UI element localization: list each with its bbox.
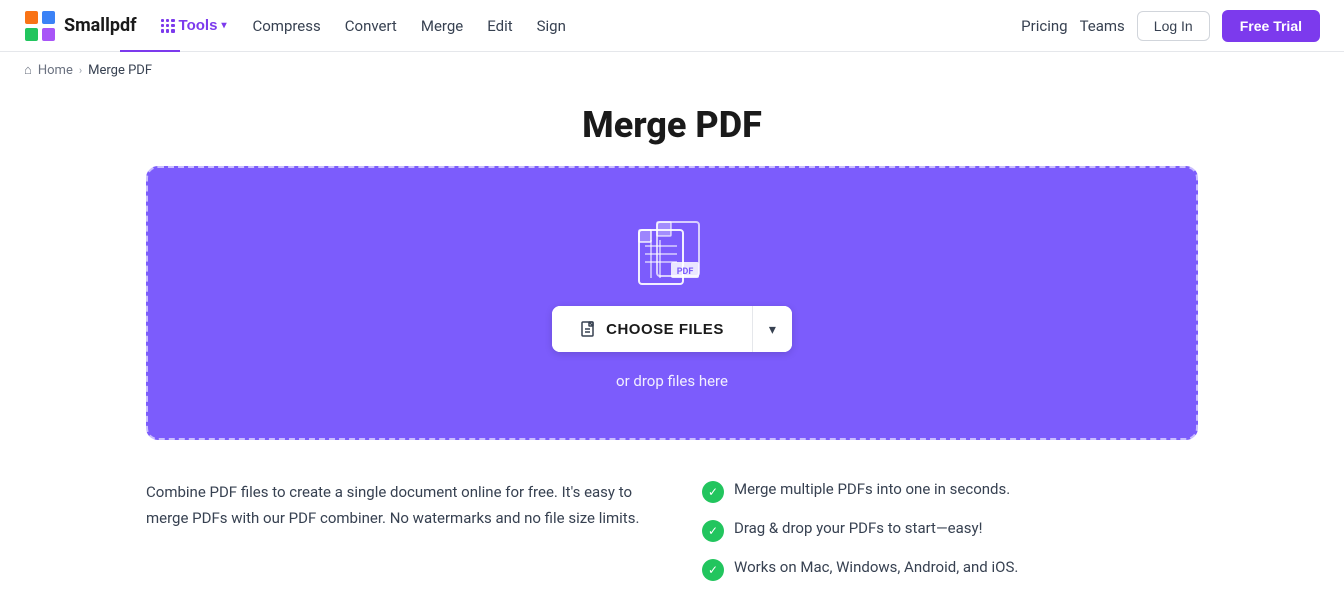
- breadcrumb-separator: ›: [79, 64, 82, 77]
- check-icon-2: ✓: [702, 520, 724, 542]
- logo-icon: [24, 10, 56, 42]
- nav-convert[interactable]: Convert: [335, 13, 407, 39]
- grid-icon: [161, 19, 175, 33]
- file-upload-icon: [580, 320, 598, 338]
- check-icon-3: ✓: [702, 559, 724, 581]
- teams-link[interactable]: Teams: [1080, 17, 1125, 35]
- choose-files-dropdown-button[interactable]: ▾: [753, 306, 792, 352]
- drop-text: or drop files here: [616, 372, 728, 390]
- features-list: ✓ Merge multiple PDFs into one in second…: [702, 480, 1198, 581]
- header-right: Pricing Teams Log In Free Trial: [1021, 10, 1320, 42]
- page-title: Merge PDF: [146, 104, 1198, 146]
- feature-item-3: ✓ Works on Mac, Windows, Android, and iO…: [702, 558, 1198, 581]
- header: Smallpdf Tools ▾ Compress Convert Merge …: [0, 0, 1344, 52]
- features-section: Combine PDF files to create a single doc…: [146, 472, 1198, 605]
- feature-text-2: Drag & drop your PDFs to start—easy!: [734, 519, 983, 537]
- nav-edit[interactable]: Edit: [477, 13, 522, 39]
- nav-links: Compress Convert Merge Edit Sign: [242, 13, 575, 39]
- home-icon: ⌂: [24, 62, 32, 78]
- main-content: Merge PDF PDF: [122, 104, 1222, 605]
- choose-files-button[interactable]: CHOOSE FILES: [552, 306, 752, 352]
- feature-text-1: Merge multiple PDFs into one in seconds.: [734, 480, 1010, 498]
- logo-link[interactable]: Smallpdf: [24, 10, 137, 42]
- pricing-link[interactable]: Pricing: [1021, 17, 1067, 35]
- tools-menu-button[interactable]: Tools ▾: [153, 13, 235, 38]
- free-trial-button[interactable]: Free Trial: [1222, 10, 1320, 42]
- svg-text:PDF: PDF: [677, 267, 694, 277]
- nav-sign[interactable]: Sign: [527, 13, 576, 39]
- choose-files-container: CHOOSE FILES ▾: [552, 306, 792, 352]
- nav-merge[interactable]: Merge: [411, 13, 473, 39]
- tools-label: Tools: [179, 17, 218, 34]
- breadcrumb: ⌂ Home › Merge PDF: [0, 52, 1344, 88]
- pdf-icon-illustration: PDF: [627, 216, 717, 286]
- logo-text: Smallpdf: [64, 15, 137, 36]
- feature-text-3: Works on Mac, Windows, Android, and iOS.: [734, 558, 1018, 576]
- dropzone[interactable]: PDF CHOOSE FILES ▾ or drop files here: [146, 166, 1198, 440]
- description-text: Combine PDF files to create a single doc…: [146, 480, 642, 531]
- breadcrumb-current: Merge PDF: [88, 63, 152, 78]
- choose-files-label: CHOOSE FILES: [606, 321, 724, 338]
- feature-item-2: ✓ Drag & drop your PDFs to start—easy!: [702, 519, 1198, 542]
- nav-compress[interactable]: Compress: [242, 13, 330, 39]
- feature-item-1: ✓ Merge multiple PDFs into one in second…: [702, 480, 1198, 503]
- breadcrumb-home[interactable]: Home: [38, 63, 73, 78]
- features-description: Combine PDF files to create a single doc…: [146, 480, 642, 581]
- login-button[interactable]: Log In: [1137, 11, 1210, 41]
- chevron-down-icon: ▾: [221, 20, 226, 31]
- check-icon-1: ✓: [702, 481, 724, 503]
